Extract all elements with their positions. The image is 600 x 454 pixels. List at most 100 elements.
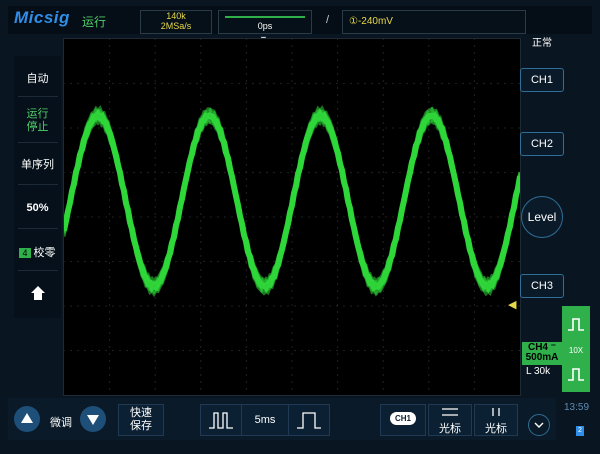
run-stop-button[interactable]: 运行 停止: [14, 108, 61, 134]
grid-dot: [518, 216, 520, 218]
fine-down-button[interactable]: [80, 406, 106, 432]
more-options-button[interactable]: [528, 414, 550, 436]
grid-dot: [210, 82, 212, 85]
waveform-display[interactable]: [63, 38, 521, 396]
grid-dot: [428, 360, 430, 362]
grid-dot: [473, 80, 475, 82]
grid-dot: [182, 171, 184, 174]
run-state-indicator[interactable]: 运行: [82, 13, 106, 30]
grid-dot: [98, 260, 100, 263]
grid-dot: [291, 115, 293, 117]
grid-dot: [252, 305, 254, 307]
grid-dot: [109, 185, 111, 187]
grid-dot: [428, 129, 430, 131]
grid-dot: [109, 234, 111, 236]
trigger-level-display[interactable]: ①-240mV: [342, 10, 526, 34]
grid-dot: [337, 101, 339, 103]
level-knob[interactable]: Level: [521, 196, 563, 238]
left-control-panel: 自动 运行 停止 单序列 50% 4 校零: [14, 56, 61, 318]
probe-attenuation[interactable]: 10X: [562, 346, 590, 355]
pulse-down-icon[interactable]: [566, 366, 586, 382]
grid-dot: [291, 304, 293, 306]
grid-dot: [294, 127, 296, 129]
grid-dot: [382, 241, 384, 243]
trigger-50-percent-button[interactable]: 50%: [14, 202, 61, 214]
grid-dot: [337, 304, 339, 306]
trigger-slope-icon[interactable]: /: [326, 14, 329, 26]
grid-dot: [428, 199, 430, 201]
triangle-up-icon: [21, 413, 33, 423]
grid-dot: [428, 388, 430, 390]
grid-dot: [245, 297, 247, 299]
grid-dot: [266, 82, 268, 85]
grid-dot: [291, 248, 293, 250]
grid-dot: [245, 290, 247, 292]
grid-dot: [336, 171, 338, 174]
grid-dot: [245, 276, 247, 278]
grid-dot: [224, 349, 226, 352]
single-sequence-button[interactable]: 单序列: [14, 156, 61, 172]
trigger-mode[interactable]: 正常: [532, 34, 552, 49]
grid-dot: [329, 260, 331, 263]
fine-up-button[interactable]: [14, 406, 40, 432]
grid-dot: [154, 332, 156, 334]
grid-dot: [441, 171, 443, 174]
vertical-cursor-button[interactable]: 光标: [474, 404, 518, 436]
sample-info[interactable]: 140k 2MSa/s: [140, 10, 212, 34]
grid-dot: [109, 241, 111, 243]
grid-dot: [329, 349, 331, 352]
grid-dot: [252, 127, 254, 129]
grid-dot: [217, 305, 219, 307]
grid-dot: [109, 199, 111, 201]
grid-dot: [245, 388, 247, 390]
grid-dot: [382, 171, 384, 173]
grid-dot: [420, 82, 422, 85]
channel-4-button[interactable]: CH4 ⁻ 500mA: [522, 342, 562, 365]
timebase-decrease-button[interactable]: [200, 404, 242, 436]
grid-dot: [98, 127, 100, 129]
grid-dot: [428, 311, 430, 313]
quick-save-button[interactable]: 快速 保存: [118, 404, 164, 436]
channel-1-button[interactable]: CH1: [520, 68, 564, 92]
grid-dot: [382, 101, 384, 103]
grid-dot: [291, 297, 293, 299]
grid-dot: [245, 325, 247, 327]
grid-dot: [406, 216, 408, 218]
channel-3-button[interactable]: CH3: [520, 274, 564, 298]
grid-dot: [147, 260, 149, 263]
grid-dot: [322, 216, 324, 218]
cursor-channel-button[interactable]: CH1: [380, 404, 426, 436]
grid-dot: [385, 127, 387, 129]
grid-dot: [473, 381, 475, 383]
horizontal-cursor-button[interactable]: 光标: [428, 404, 472, 436]
grid-dot: [238, 305, 240, 307]
auto-button[interactable]: 自动: [14, 70, 61, 86]
grid-dot: [428, 269, 430, 271]
grid-dot: [109, 108, 111, 110]
grid-dot: [473, 311, 475, 313]
grid-dot: [200, 227, 202, 229]
timebase-increase-button[interactable]: [288, 404, 330, 436]
trigger-level-marker-icon[interactable]: ◀: [508, 298, 516, 311]
grid-dot: [473, 122, 475, 124]
grid-dot: [154, 269, 156, 271]
horizontal-position-bar[interactable]: 0ps: [218, 10, 312, 34]
grid-dot: [154, 304, 156, 306]
grid-dot: [245, 220, 247, 222]
grid-dot: [337, 80, 339, 82]
grid-dot: [196, 305, 198, 307]
home-button[interactable]: [14, 284, 61, 305]
pulse-up-icon[interactable]: [566, 316, 586, 332]
grid-dot: [291, 66, 293, 68]
grid-dot: [266, 349, 268, 352]
grid-dot: [200, 234, 202, 236]
grid-dot: [259, 171, 261, 174]
zero-calibration-button[interactable]: 4 校零: [14, 244, 61, 260]
channel-2-button[interactable]: CH2: [520, 132, 564, 156]
grid-dot: [301, 305, 303, 307]
grid-dot: [70, 216, 72, 218]
grid-dot: [448, 349, 450, 352]
timebase-value[interactable]: 5ms: [241, 404, 289, 436]
grid-dot: [105, 305, 107, 307]
grid-dot: [109, 339, 111, 341]
